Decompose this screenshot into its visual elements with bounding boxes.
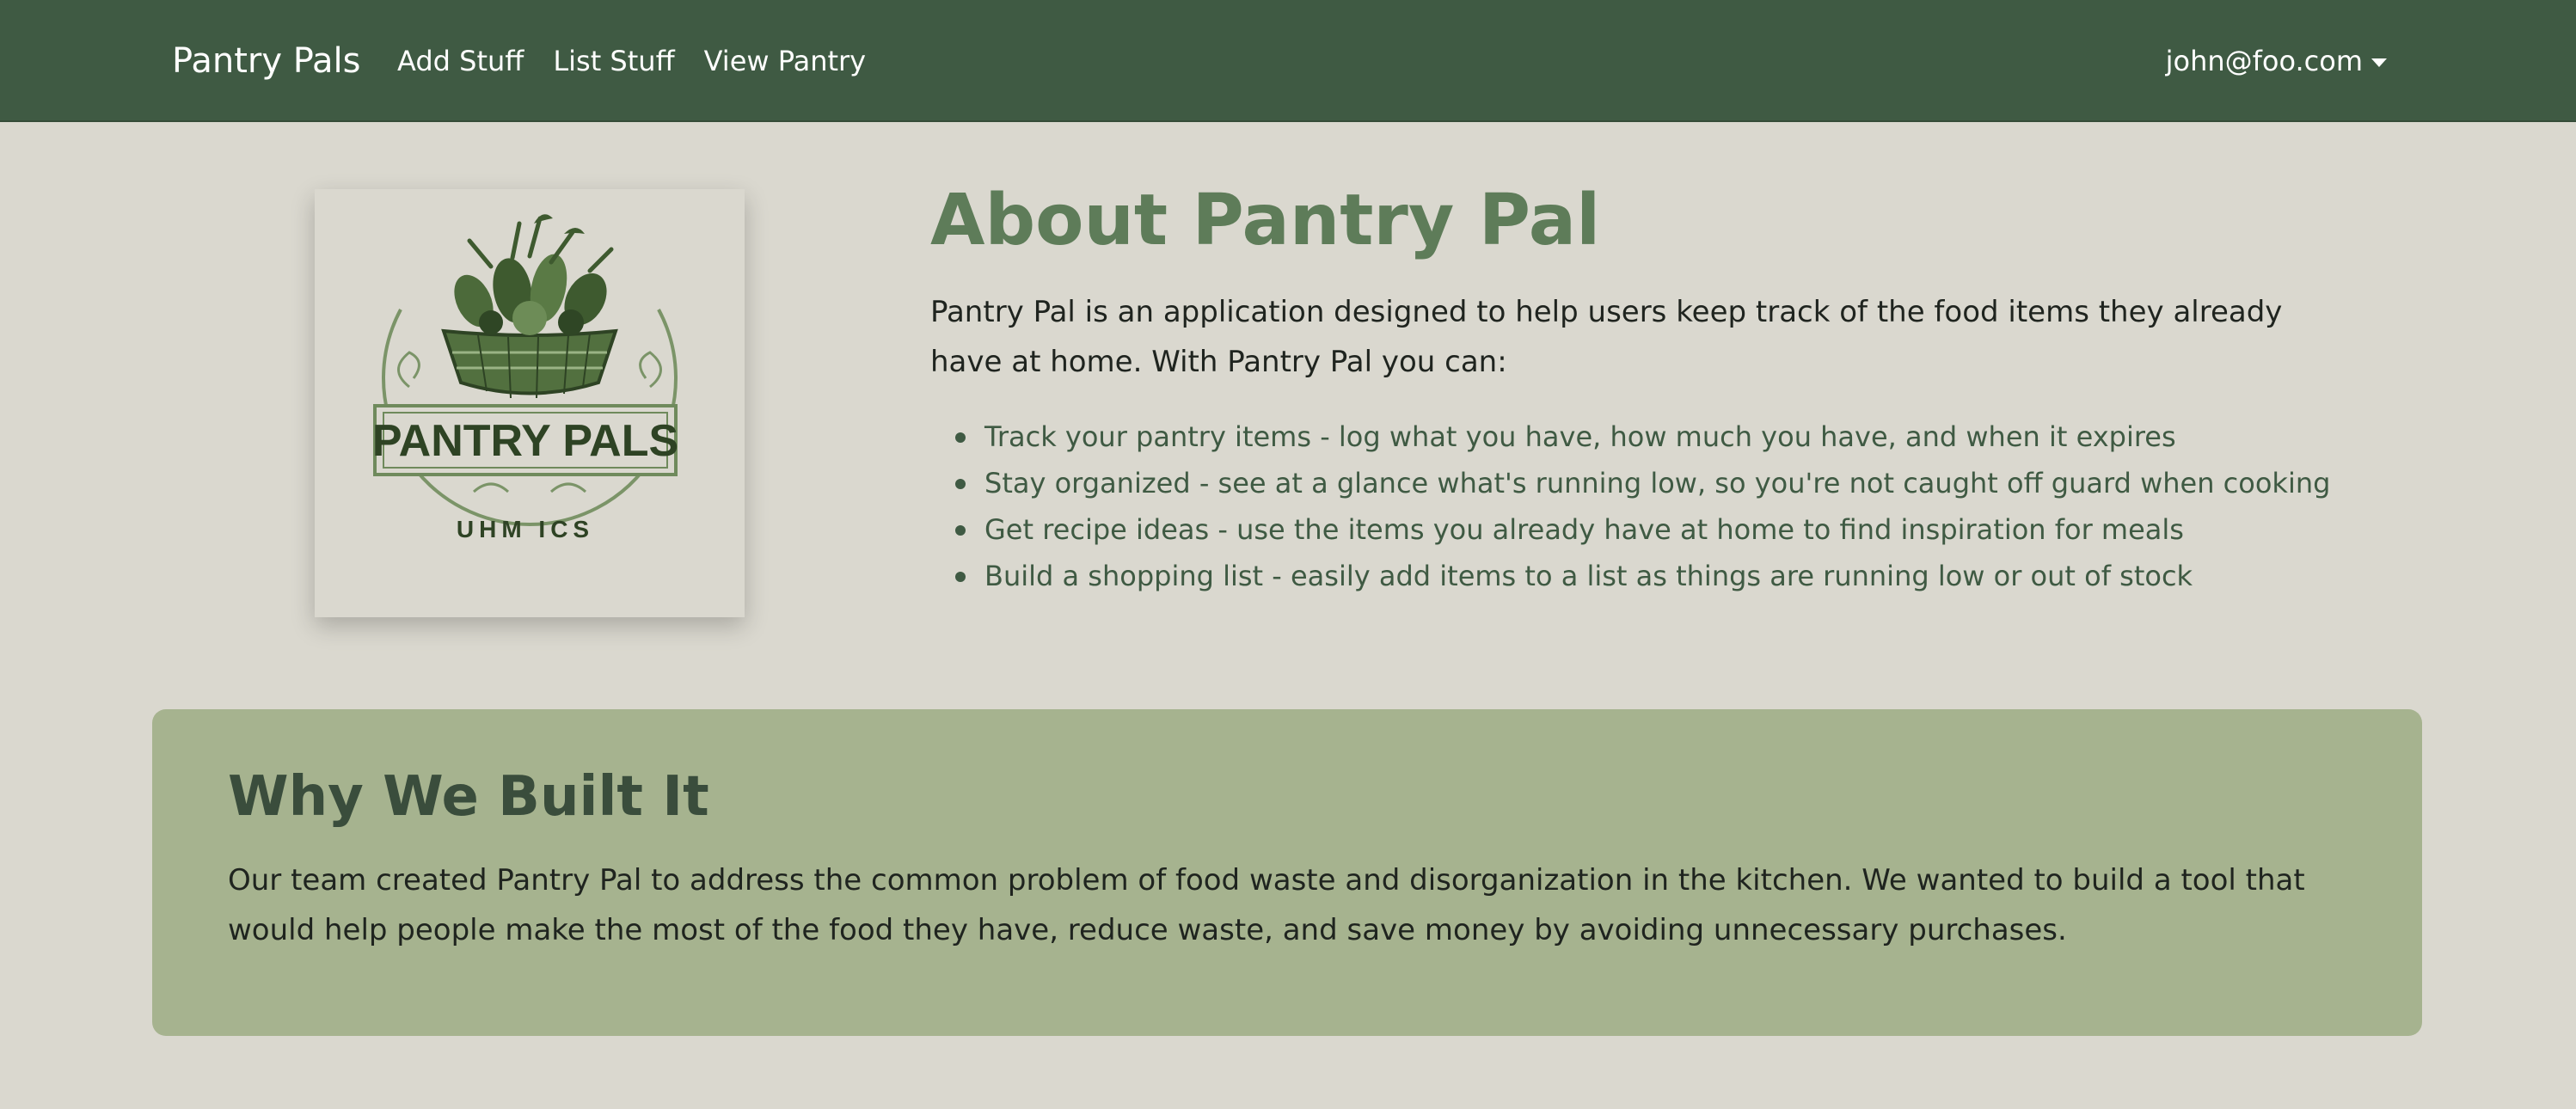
brand-link[interactable]: Pantry Pals xyxy=(172,38,361,84)
basket-of-vegetables-logo: PANTRY PALS UHM ICS xyxy=(372,214,678,542)
caret-down-icon xyxy=(2371,58,2387,67)
user-email: john@foo.com xyxy=(2165,45,2363,77)
why-we-built-it-panel: Why We Built It Our team created Pantry … xyxy=(152,709,2422,1036)
logo-title-text: PANTRY PALS xyxy=(372,416,678,466)
user-menu-dropdown[interactable]: john@foo.com xyxy=(2166,41,2387,81)
why-text: Our team created Pantry Pal to address t… xyxy=(228,863,2305,947)
about-title: About Pantry Pal xyxy=(930,180,1601,261)
list-item: Build a shopping list - easily add items… xyxy=(930,553,2330,599)
feature-list: Track your pantry items - log what you h… xyxy=(930,414,2330,599)
list-item: Track your pantry items - log what you h… xyxy=(930,414,2330,460)
nav-link-view-pantry[interactable]: View Pantry xyxy=(704,41,867,81)
why-title: Why We Built It xyxy=(228,765,709,829)
about-intro-text: Pantry Pal is an application designed to… xyxy=(930,295,2283,379)
list-item: Stay organized - see at a glance what's … xyxy=(930,460,2330,506)
top-navbar: Pantry Pals Add Stuff List Stuff View Pa… xyxy=(0,0,2576,122)
logo-subtitle-text: UHM ICS xyxy=(457,516,594,542)
nav-link-list-stuff[interactable]: List Stuff xyxy=(553,41,674,81)
logo-card: PANTRY PALS UHM ICS xyxy=(315,189,745,617)
list-item: Get recipe ideas - use the items you alr… xyxy=(930,506,2330,553)
nav-links: Add Stuff List Stuff View Pantry xyxy=(397,41,866,81)
nav-link-add-stuff[interactable]: Add Stuff xyxy=(397,41,524,81)
